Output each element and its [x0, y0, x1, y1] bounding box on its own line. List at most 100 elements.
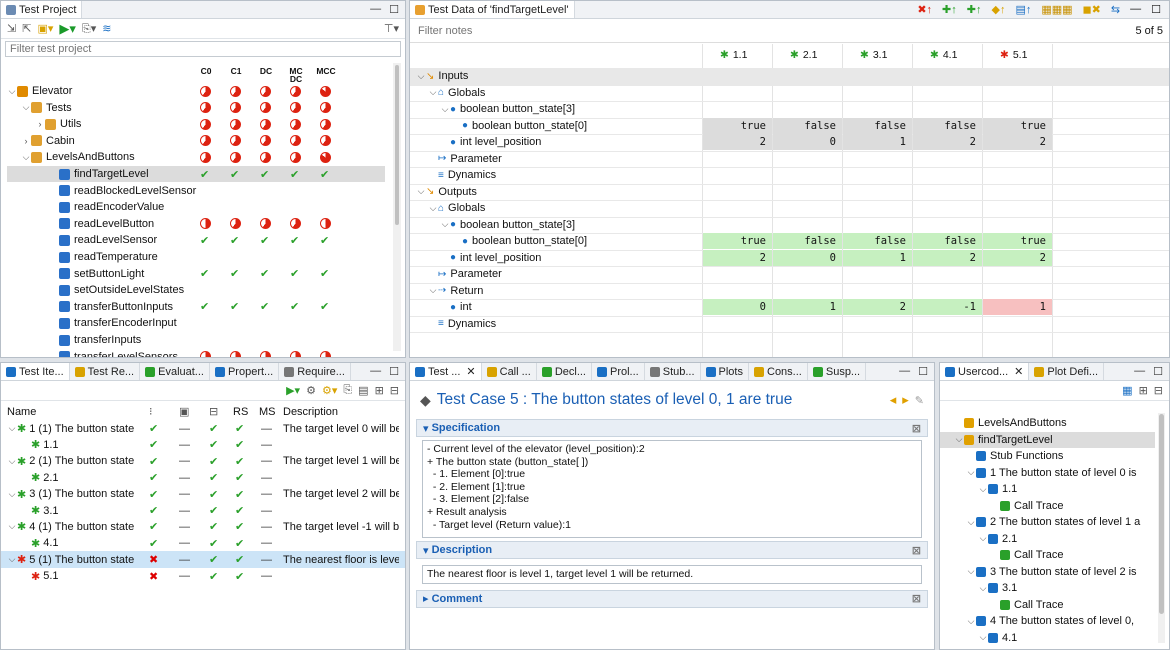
tab-plots[interactable]: Plots [701, 363, 749, 380]
test-data-cell[interactable]: 2 [703, 134, 772, 150]
case-column-header[interactable]: ✱ 1.1 [720, 49, 747, 61]
tree-item[interactable]: transferLevelSensors [7, 349, 385, 357]
test-data-cell[interactable]: 0 [703, 299, 772, 315]
chevron-down-icon[interactable]: ⌵ [978, 533, 988, 544]
test-data-cell[interactable]: 1 [773, 299, 842, 315]
test-data-row[interactable]: ⌵ ↘ Outputs [410, 184, 1169, 201]
usercode-scrollbar[interactable] [1158, 413, 1165, 643]
chevron-right-icon[interactable]: › [21, 136, 31, 146]
tree-item[interactable]: ⌵ Elevator [7, 83, 385, 99]
minimize-icon[interactable]: — [370, 365, 381, 378]
tree-item[interactable]: readBlockedLevelSensor [7, 183, 385, 199]
tab-stub[interactable]: Stub... [645, 363, 701, 380]
usercode-tree-item[interactable]: Stub Functions [940, 448, 1155, 464]
test-data-cell[interactable]: false [843, 233, 912, 249]
sync-icon[interactable]: ⇆ [1111, 3, 1120, 16]
test-item-row[interactable]: ⌵ ✱ 4 (1) The button state ✔ — ✔ ✔ — The target … [1, 518, 405, 535]
test-data-cell[interactable]: true [703, 233, 772, 249]
tree-item[interactable]: readLevelButton [7, 216, 385, 232]
chevron-down-icon[interactable]: ⌵ [7, 489, 17, 500]
test-data-row[interactable]: ⌵ ● boolean button_state[3] [410, 217, 1169, 234]
comment-header[interactable]: ▸ Comment ⊠ [416, 589, 928, 608]
tab-prol[interactable]: Prol... [592, 363, 645, 380]
test-item-row[interactable]: ⌵ ✱ 2 (1) The button state ✔ — ✔ ✔ — The target … [1, 453, 405, 470]
maximize-icon[interactable]: ☐ [918, 365, 928, 378]
tree-item[interactable]: setOutsideLevelStates [7, 282, 385, 298]
usercode-tree-item[interactable]: ⌵ 4 The button states of level 0, [940, 613, 1155, 629]
tree-item[interactable]: transferInputs [7, 332, 385, 348]
stub-icon[interactable]: ⚙▾ [322, 384, 337, 397]
maximize-icon[interactable]: ☐ [1151, 3, 1161, 16]
chevron-down-icon[interactable]: ⌵ [428, 203, 438, 214]
chevron-down-icon[interactable]: ⌵ [440, 104, 450, 115]
chevron-down-icon[interactable]: ⌵ [416, 186, 426, 197]
chevron-right-icon[interactable]: › [35, 119, 45, 129]
test-data-cell[interactable]: false [913, 117, 982, 134]
maximize-icon[interactable]: ☐ [389, 365, 399, 378]
collapse-all-icon[interactable]: ⊟ [1154, 384, 1163, 397]
chevron-down-icon[interactable]: ⌵ [7, 456, 17, 467]
tree-item[interactable]: findTargetLevel ✔ ✔ ✔ ✔ ✔ [7, 166, 385, 182]
tab-plotdefi[interactable]: Plot Defi... [1029, 363, 1105, 380]
table-icon[interactable]: ▤ [358, 384, 368, 397]
run-case-icon[interactable]: ▶▾ [286, 384, 300, 397]
test-item-row[interactable]: ✱ 4.1 ✔ — ✔ ✔ — [1, 535, 405, 552]
tree-item[interactable]: transferButtonInputs ✔ ✔ ✔ ✔ ✔ [7, 299, 385, 315]
test-data-row[interactable]: ⌵ ⇢ Return [410, 283, 1169, 300]
close-icon[interactable]: ✕ [466, 365, 475, 378]
tab-testre[interactable]: Test Re... [70, 363, 141, 380]
collapse-section-icon[interactable]: ⊠ [912, 592, 921, 605]
test-data-cell[interactable]: 0 [773, 134, 842, 150]
test-data-row[interactable]: ⌵ ● boolean button_state[3] [410, 101, 1169, 118]
test-data-cell[interactable]: 2 [843, 299, 912, 315]
description-text[interactable]: The nearest floor is level 1, target lev… [422, 565, 922, 584]
column-header[interactable]: Description [283, 406, 338, 418]
tab-test[interactable]: Test ... ✕ [410, 363, 482, 380]
collapse-icon[interactable]: ⇲ [7, 22, 16, 35]
test-data-cell[interactable]: false [843, 117, 912, 134]
test-item-row[interactable]: ✱ 5.1 ✖ — ✔ ✔ — [1, 568, 405, 585]
minimize-icon[interactable]: — [1130, 3, 1141, 16]
tab-susp[interactable]: Susp... [808, 363, 867, 380]
tab-usercod[interactable]: Usercod... ✕ [940, 363, 1030, 380]
test-data-cell[interactable]: 0 [773, 249, 842, 266]
minimize-icon[interactable]: — [370, 3, 381, 16]
test-data-cell[interactable]: false [913, 233, 982, 249]
chevron-down-icon[interactable]: ⌵ [440, 219, 450, 230]
case-column-header[interactable]: ✱ 2.1 [790, 49, 817, 61]
chevron-down-icon[interactable]: ⌵ [428, 87, 438, 98]
chevron-down-icon[interactable]: ⌵ [7, 86, 17, 97]
filter-icon[interactable]: ⊤▾ [384, 22, 399, 35]
test-data-row[interactable]: ⌵ ⌂ Globals [410, 85, 1169, 102]
test-data-cell[interactable]: 1 [843, 249, 912, 266]
tab-decl[interactable]: Decl... [537, 363, 592, 380]
tab-propert[interactable]: Propert... [210, 363, 280, 380]
import-icon[interactable]: ▤↑ [1015, 3, 1031, 16]
notes-filter[interactable] [414, 23, 1014, 39]
usercode-tree-item[interactable]: ⌵ 2 The button states of level 1 a [940, 514, 1155, 530]
tree-item[interactable]: readEncoderValue [7, 199, 385, 215]
tree-item[interactable]: ⌵ LevelsAndButtons [7, 149, 385, 165]
usercode-tree-item[interactable]: ⌵ 1 The button state of level 0 is [940, 465, 1155, 481]
tab-testite[interactable]: Test Ite... [1, 363, 70, 380]
chevron-down-icon[interactable]: ⌵ [21, 102, 31, 113]
usercode-tree-item[interactable]: ⌵ findTargetLevel [940, 431, 1155, 448]
prev-case-icon[interactable]: ◂ [890, 392, 897, 408]
collapse-all-icon[interactable]: ⊟ [390, 384, 399, 397]
close-icon[interactable]: ✕ [1014, 365, 1023, 378]
chevron-down-icon[interactable]: ⌵ [966, 517, 976, 528]
expand-icon[interactable]: ⇱ [22, 22, 31, 35]
usercode-tree-item[interactable]: ⌵ 3 The button state of level 2 is [940, 564, 1155, 580]
column-header[interactable]: MS [259, 406, 276, 418]
run-icon[interactable]: ▶▾ [59, 21, 76, 37]
tab-test-project[interactable]: Test Project [1, 1, 83, 18]
column-header[interactable]: Name [7, 406, 36, 418]
usercode-tree-item[interactable]: Call Trace [940, 646, 1155, 649]
test-data-row[interactable]: ↦ Parameter [410, 151, 1169, 168]
chevron-down-icon[interactable]: ⌵ [7, 423, 17, 434]
maximize-icon[interactable]: ☐ [389, 3, 399, 16]
test-data-cell[interactable]: true [983, 233, 1052, 249]
case-column-header[interactable]: ✱ 3.1 [860, 49, 887, 61]
add-case-green-icon[interactable]: ✚↑ [967, 3, 982, 16]
specification-header[interactable]: ▾ Specification ⊠ [416, 419, 928, 437]
